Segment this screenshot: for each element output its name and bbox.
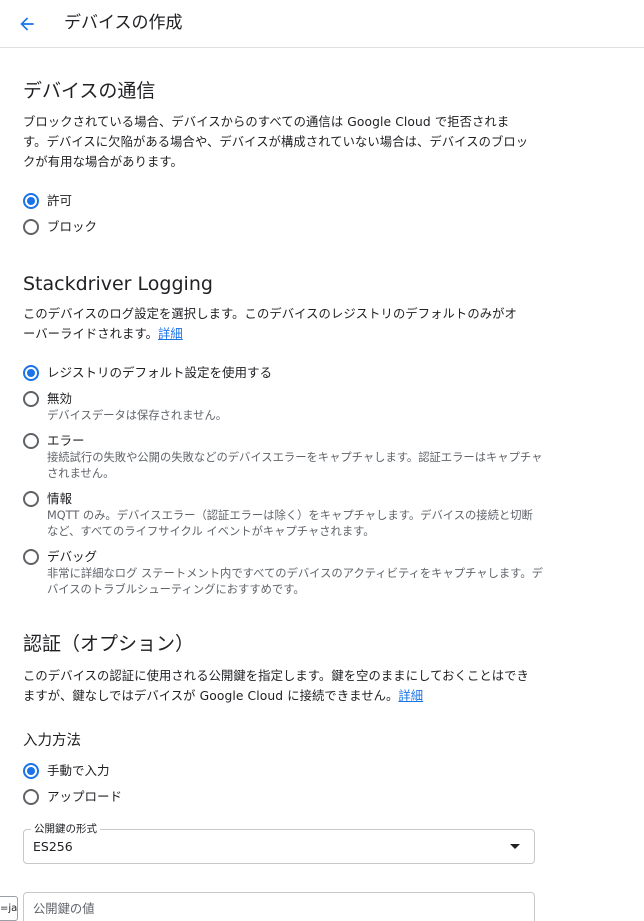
- radio-button[interactable]: [23, 789, 39, 805]
- radio-button[interactable]: [23, 763, 39, 779]
- auth-description: このデバイスの認証に使用される公開鍵を指定します。鍵を空のままにしておくことはで…: [23, 666, 529, 706]
- communication-title: デバイスの通信: [23, 80, 156, 102]
- radio-button[interactable]: [23, 193, 39, 209]
- language-tag: =ja: [0, 896, 18, 921]
- radio-button[interactable]: [23, 391, 39, 407]
- auth-description-text: このデバイスの認証に使用される公開鍵を指定します。鍵を空のままにしておくことはで…: [23, 669, 529, 703]
- radio-description: 接続試行の失敗や公開の失敗などのデバイスエラーをキャプチャします。認証エラーはキ…: [47, 451, 543, 480]
- radio-label: 許可: [47, 193, 73, 208]
- key-format-label: 公開鍵の形式: [31, 822, 100, 836]
- back-button[interactable]: [14, 11, 40, 37]
- input-method-title: 入力方法: [23, 733, 81, 749]
- radio-description: MQTT のみ。デバイスエラー（認証エラーは除く）をキャプチャします。デバイスの…: [47, 509, 533, 538]
- radio-label: レジストリのデフォルト設定を使用する: [47, 365, 273, 380]
- radio-label: デバッグ: [47, 549, 98, 564]
- radio-button[interactable]: [23, 491, 39, 507]
- radio-label: アップロード: [47, 789, 123, 804]
- radio-button[interactable]: [23, 219, 39, 235]
- page-title: デバイスの作成: [64, 13, 183, 33]
- communication-description: ブロックされている場合、デバイスからのすべての通信は Google Cloud …: [23, 115, 529, 169]
- radio-button[interactable]: [23, 365, 39, 381]
- key-format-value: ES256: [33, 839, 73, 854]
- radio-button[interactable]: [23, 433, 39, 449]
- radio-label: 手動で入力: [47, 763, 110, 778]
- radio-label: 無効: [47, 391, 73, 406]
- radio-button[interactable]: [23, 549, 39, 565]
- logging-description: このデバイスのログ設定を選択します。このデバイスのレジストリのデフォルトのみがオ…: [23, 304, 529, 344]
- logging-title: Stackdriver Logging: [23, 273, 213, 295]
- page-header: デバイスの作成: [0, 0, 644, 48]
- key-format-select[interactable]: 公開鍵の形式 ES256: [23, 822, 535, 864]
- radio-description: 非常に詳細なログ ステートメント内ですべてのデバイスのアクティビティをキャプチャ…: [47, 567, 543, 596]
- auth-learn-more-link[interactable]: 詳細: [398, 689, 423, 703]
- logging-description-text: このデバイスのログ設定を選択します。このデバイスのレジストリのデフォルトのみがオ…: [23, 307, 517, 341]
- radio-description: デバイスデータは保存されません。: [47, 409, 228, 422]
- auth-title: 認証（オプション）: [23, 633, 195, 655]
- public-key-field[interactable]: [23, 892, 535, 921]
- radio-label: エラー: [47, 433, 85, 448]
- dropdown-arrow-icon: [510, 844, 520, 849]
- logging-learn-more-link[interactable]: 詳細: [158, 327, 183, 341]
- arrow-back-icon: [20, 17, 34, 31]
- radio-label: ブロック: [47, 219, 98, 234]
- radio-label: 情報: [47, 491, 73, 506]
- public-key-input[interactable]: [33, 902, 513, 916]
